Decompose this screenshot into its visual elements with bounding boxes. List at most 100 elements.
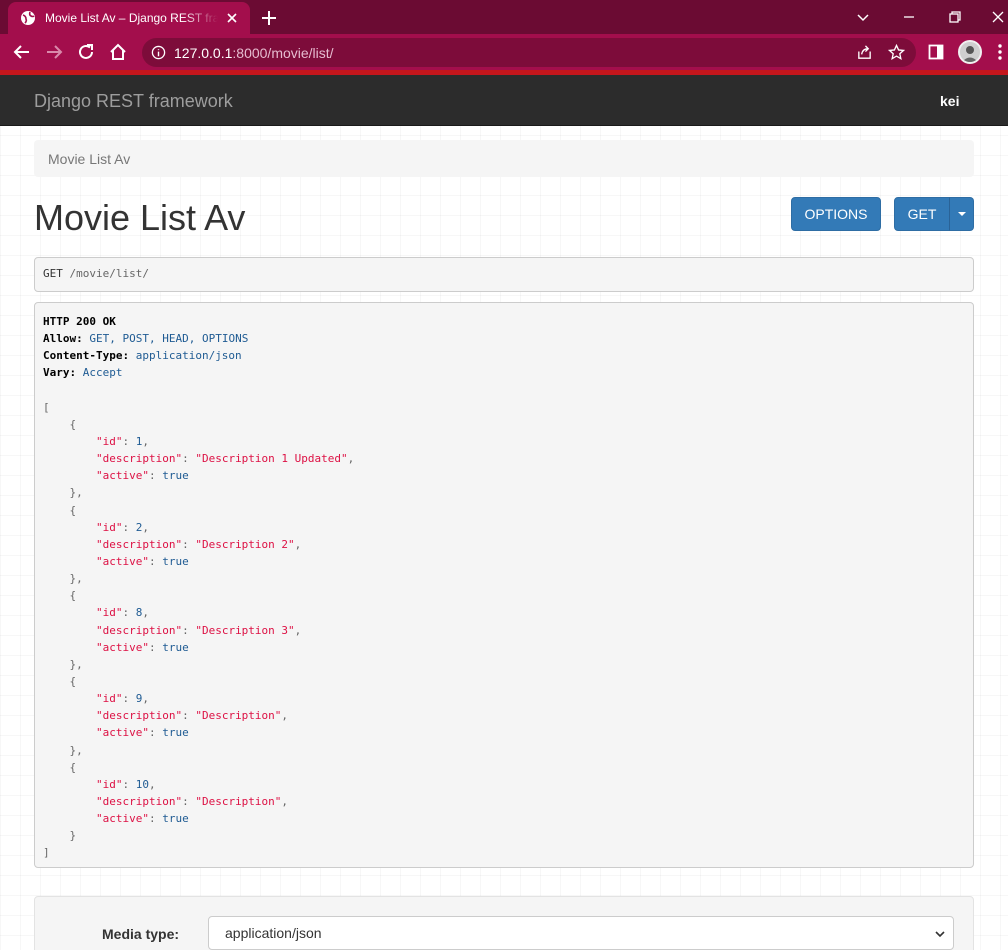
page-title: Movie List Av (34, 197, 246, 238)
json-key: "active" (95, 640, 149, 654)
info-icon[interactable] (151, 45, 166, 60)
tab-title: Movie List Av – Django REST framework (45, 11, 218, 25)
json-object-close: }, (43, 572, 83, 586)
json-field-description: "description": "Description 1 Updated", (95, 452, 355, 466)
request-method: GET (43, 267, 63, 280)
side-panel-icon[interactable] (928, 44, 944, 60)
json-value: true (162, 640, 189, 654)
json-key: "description" (95, 794, 183, 808)
browser-tab-bar: Movie List Av – Django REST framework (0, 0, 1008, 34)
share-icon[interactable] (856, 44, 873, 61)
json-value: "Description 2" (195, 537, 295, 551)
address-bar[interactable]: 127.0.0.1:8000/movie/list/ (142, 38, 916, 67)
json-field-id: "id": 2, (95, 520, 149, 534)
json-object-open: { (43, 674, 77, 688)
reload-icon[interactable] (76, 42, 96, 62)
json-key: "description" (95, 709, 183, 723)
url-path: :8000/movie/list/ (232, 45, 334, 61)
json-key: "id" (95, 692, 123, 706)
json-object-close: }, (43, 657, 83, 671)
json-key: "active" (95, 812, 149, 826)
close-window-icon[interactable] (988, 7, 1008, 27)
tab-search-icon[interactable] (853, 7, 873, 27)
json-value: true (162, 812, 189, 826)
json-field-id: "id": 8, (95, 606, 149, 620)
json-key: "id" (95, 520, 123, 534)
response-status: HTTP 200 OK (43, 315, 116, 328)
json-object-open: { (43, 760, 77, 774)
globe-icon (21, 11, 35, 25)
json-field-description: "description": "Description 2", (95, 537, 302, 551)
bookmark-star-icon[interactable] (888, 44, 905, 61)
json-items: { "id": 1, "description": "Description 1… (43, 416, 965, 845)
json-value: 10 (135, 777, 149, 791)
json-value: true (162, 554, 189, 568)
minimize-icon[interactable] (899, 7, 919, 27)
breadcrumb-item-current[interactable]: Movie List Av (48, 151, 130, 167)
home-icon[interactable] (108, 42, 128, 62)
json-field-description: "description": "Description 3", (95, 623, 302, 637)
response-header: Content-Type: application/json (43, 349, 242, 363)
json-key: "description" (95, 623, 183, 637)
json-open-bracket: [ (43, 400, 50, 414)
response-header: Vary: Accept (43, 366, 123, 380)
browser-menu-icon[interactable] (996, 43, 1004, 61)
json-object-open: { (43, 589, 77, 603)
json-value: "Description" (195, 709, 282, 723)
request-path: /movie/list/ (69, 267, 149, 280)
json-field-id: "id": 10, (95, 777, 156, 791)
json-object-close: } (43, 829, 77, 843)
user-menu[interactable]: kei (940, 93, 959, 109)
json-value: "Description" (195, 794, 282, 808)
json-object-close: }, (43, 486, 83, 500)
json-close-bracket: ] (43, 846, 50, 860)
json-field-description: "description": "Description", (95, 709, 289, 723)
json-field-id: "id": 1, (95, 434, 149, 448)
json-value: "Description 1 Updated" (195, 452, 348, 466)
caret-down-icon (957, 212, 966, 216)
json-field-active: "active": true (95, 469, 189, 483)
json-field-id: "id": 9, (95, 692, 149, 706)
json-object-close: }, (43, 743, 83, 757)
json-field-active: "active": true (95, 812, 189, 826)
breadcrumb: Movie List Av (34, 140, 974, 177)
json-object-open: { (43, 417, 77, 431)
response-header: Allow: GET, POST, HEAD, OPTIONS (43, 332, 249, 346)
json-field-active: "active": true (95, 640, 189, 654)
address-url[interactable]: 127.0.0.1:8000/movie/list/ (174, 45, 334, 61)
forward-arrow-icon[interactable] (44, 42, 64, 62)
json-key: "active" (95, 554, 149, 568)
profile-avatar[interactable] (958, 40, 982, 64)
json-key: "active" (95, 726, 149, 740)
json-value: true (162, 469, 189, 483)
media-type-value: application/json (225, 925, 322, 941)
json-value: true (162, 726, 189, 740)
chevron-down-icon (935, 931, 945, 938)
request-info: GET /movie/list/ (34, 257, 974, 292)
json-key: "active" (95, 469, 149, 483)
drf-navbar: Django REST framework kei (0, 75, 1008, 126)
navbar-brand[interactable]: Django REST framework (34, 91, 233, 112)
json-object-open: { (43, 503, 77, 517)
media-type-form: Media type: application/json (34, 896, 974, 950)
json-key: "description" (95, 537, 183, 551)
close-tab-icon[interactable] (224, 10, 240, 26)
page-content: Django REST framework kei Movie List Av … (0, 75, 1008, 950)
browser-tab-active[interactable]: Movie List Av – Django REST framework (8, 2, 250, 34)
new-tab-icon[interactable] (259, 8, 279, 28)
json-key: "id" (95, 777, 123, 791)
restore-icon[interactable] (945, 7, 965, 27)
get-format-dropdown-button[interactable] (949, 197, 974, 231)
options-button[interactable]: OPTIONS (791, 197, 881, 231)
json-value: "Description 3" (195, 623, 295, 637)
back-arrow-icon[interactable] (12, 42, 32, 62)
json-key: "description" (95, 452, 183, 466)
json-field-description: "description": "Description", (95, 794, 289, 808)
response-info: HTTP 200 OK Allow: GET, POST, HEAD, OPTIO… (34, 302, 974, 868)
json-key: "id" (95, 606, 123, 620)
media-type-label: Media type: (102, 926, 180, 942)
url-host: 127.0.0.1 (174, 45, 233, 61)
json-field-active: "active": true (95, 554, 189, 568)
media-type-select[interactable]: application/json (208, 916, 954, 950)
get-button[interactable]: GET (894, 197, 950, 231)
